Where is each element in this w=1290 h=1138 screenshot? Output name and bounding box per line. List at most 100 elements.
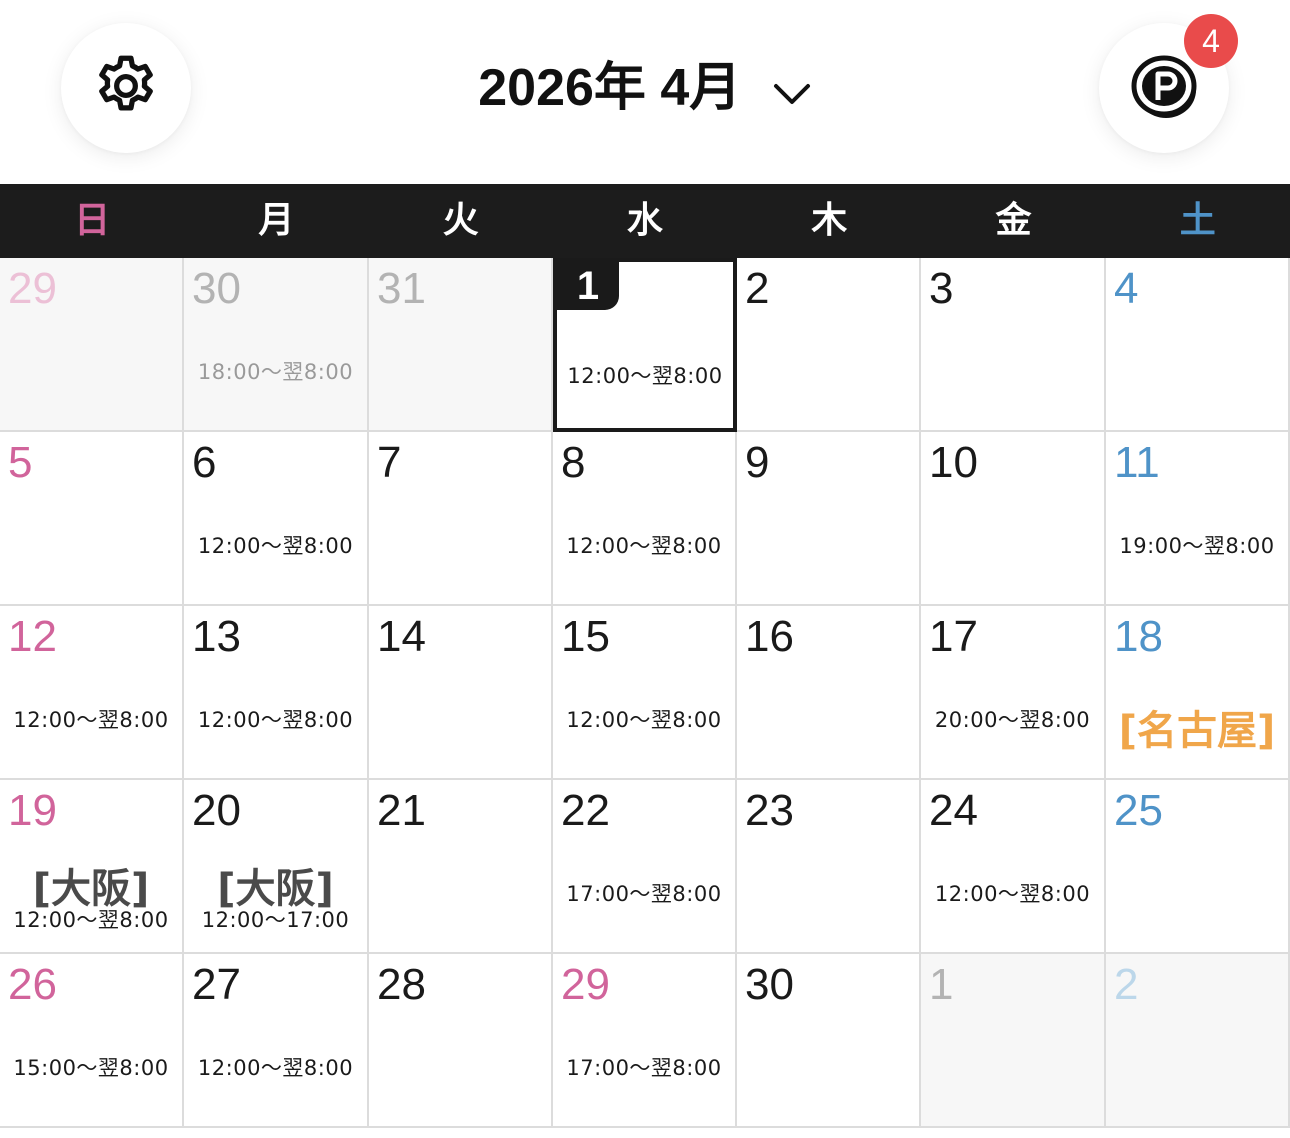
calendar-day-cell[interactable]: 1 [921,954,1106,1128]
shift-time: 12:00〜翌8:00 [934,882,1091,906]
day-number: 11 [1114,438,1160,487]
calendar-day-cell[interactable]: 2 [737,258,921,432]
day-number: 31 [377,264,426,313]
shift-time: 20:00〜翌8:00 [934,708,1091,732]
day-number: 4 [1114,264,1139,313]
event-city-label: [名古屋] [1118,708,1276,754]
day-number: 1 [929,960,954,1009]
shift-time: 12:00〜翌8:00 [197,708,354,732]
shift-time: 12:00〜翌8:00 [197,534,354,558]
day-number: 17 [929,612,978,661]
shift-time: 12:00〜翌8:00 [13,708,169,732]
calendar-day-cell[interactable]: 22 17:00〜翌8:00 [553,780,737,954]
calendar-day-cell[interactable]: 3 [921,258,1106,432]
shift-time: 18:00〜翌8:00 [197,360,354,384]
weekday-sat: 土 [1179,200,1216,241]
calendar-day-cell[interactable]: 5 [0,432,184,606]
day-number: 12 [8,612,57,661]
calendar-day-cell[interactable]: 30 18:00〜翌8:00 [184,258,369,432]
calendar-day-cell[interactable]: 6 12:00〜翌8:00 [184,432,369,606]
day-number: 14 [377,612,426,661]
shift-time: 12:00〜翌8:00 [197,1056,354,1080]
day-number: 29 [561,960,610,1009]
calendar-day-cell[interactable]: 24 12:00〜翌8:00 [921,780,1106,954]
weekday-mon: 月 [258,200,295,241]
calendar-day-cell[interactable]: 16 [737,606,921,780]
calendar-day-cell[interactable]: 7 [369,432,553,606]
calendar-day-cell[interactable]: 28 [369,954,553,1128]
day-number: 18 [1114,612,1163,661]
point-coin-icon [1128,50,1200,126]
calendar-day-cell[interactable]: 29 17:00〜翌8:00 [553,954,737,1128]
day-number: 10 [929,438,978,487]
day-number: 5 [8,438,33,487]
month-selector[interactable]: 2026年 4月 [0,52,1290,127]
calendar-day-cell[interactable]: 12 12:00〜翌8:00 [0,606,184,780]
day-number: 28 [377,960,426,1009]
calendar-day-cell[interactable]: 4 [1106,258,1290,432]
day-number: 19 [8,786,57,835]
calendar-day-cell[interactable]: 30 [737,954,921,1128]
day-number: 26 [8,960,57,1009]
calendar-day-cell[interactable]: 26 15:00〜翌8:00 [0,954,184,1128]
day-number: 29 [8,264,57,313]
shift-time: 12:00〜17:00 [201,908,350,932]
calendar-day-cell[interactable]: 17 20:00〜翌8:00 [921,606,1106,780]
shift-time: 17:00〜翌8:00 [566,882,722,906]
day-number: 2 [1114,960,1139,1009]
shift-time: 17:00〜翌8:00 [566,1056,722,1080]
day-number: 9 [745,438,770,487]
calendar-day-cell[interactable]: 1 12:00〜翌8:00 [553,258,737,432]
calendar-day-cell[interactable]: 27 12:00〜翌8:00 [184,954,369,1128]
weekday-thu: 木 [811,200,848,241]
day-number: 3 [929,264,954,313]
shift-time: 12:00〜翌8:00 [567,364,723,388]
day-number: 2 [745,264,770,313]
calendar-day-cell[interactable]: 29 [0,258,184,432]
calendar-day-cell[interactable]: 18 [名古屋] [1106,606,1290,780]
shift-time: 12:00〜翌8:00 [13,908,169,932]
shift-time: 12:00〜翌8:00 [566,534,722,558]
day-number: 30 [745,960,794,1009]
calendar-day-cell[interactable]: 25 [1106,780,1290,954]
day-number: 13 [192,612,241,661]
chevron-down-icon [772,55,812,127]
weekday-tue: 火 [442,200,479,241]
day-number: 15 [561,612,610,661]
calendar-day-cell[interactable]: 20 [大阪] 12:00〜17:00 [184,780,369,954]
day-number: 7 [377,438,402,487]
notification-badge: 4 [1184,14,1238,68]
day-number: 16 [745,612,794,661]
day-number: 30 [192,264,241,313]
weekday-header: 日 月 火 水 木 金 土 [0,184,1290,258]
shift-time: 19:00〜翌8:00 [1119,534,1275,558]
calendar-day-cell[interactable]: 10 [921,432,1106,606]
calendar-day-cell[interactable]: 15 12:00〜翌8:00 [553,606,737,780]
day-number: 21 [377,786,426,835]
calendar-day-cell[interactable]: 9 [737,432,921,606]
calendar-day-cell[interactable]: 8 12:00〜翌8:00 [553,432,737,606]
calendar-day-cell[interactable]: 2 [1106,954,1290,1128]
day-number: 27 [192,960,241,1009]
calendar-day-cell[interactable]: 19 [大阪] 12:00〜翌8:00 [0,780,184,954]
day-number: 23 [745,786,794,835]
weekday-sun: 日 [74,200,111,241]
calendar-day-cell[interactable]: 13 12:00〜翌8:00 [184,606,369,780]
day-number: 24 [929,786,978,835]
day-number: 8 [561,438,586,487]
today-day-number: 1 [557,262,619,310]
day-number: 22 [561,786,610,835]
shift-time: 12:00〜翌8:00 [566,708,722,732]
day-number: 20 [192,786,241,835]
day-number: 6 [192,438,217,487]
weekday-fri: 金 [995,200,1032,241]
day-number: 25 [1114,786,1163,835]
weekday-wed: 水 [626,200,663,241]
calendar-day-cell[interactable]: 23 [737,780,921,954]
app-header: 2026年 4月 4 [0,0,1290,184]
calendar-day-cell[interactable]: 11 19:00〜翌8:00 [1106,432,1290,606]
calendar-day-cell[interactable]: 31 [369,258,553,432]
calendar-day-cell[interactable]: 21 [369,780,553,954]
shift-time: 15:00〜翌8:00 [13,1056,169,1080]
calendar-day-cell[interactable]: 14 [369,606,553,780]
